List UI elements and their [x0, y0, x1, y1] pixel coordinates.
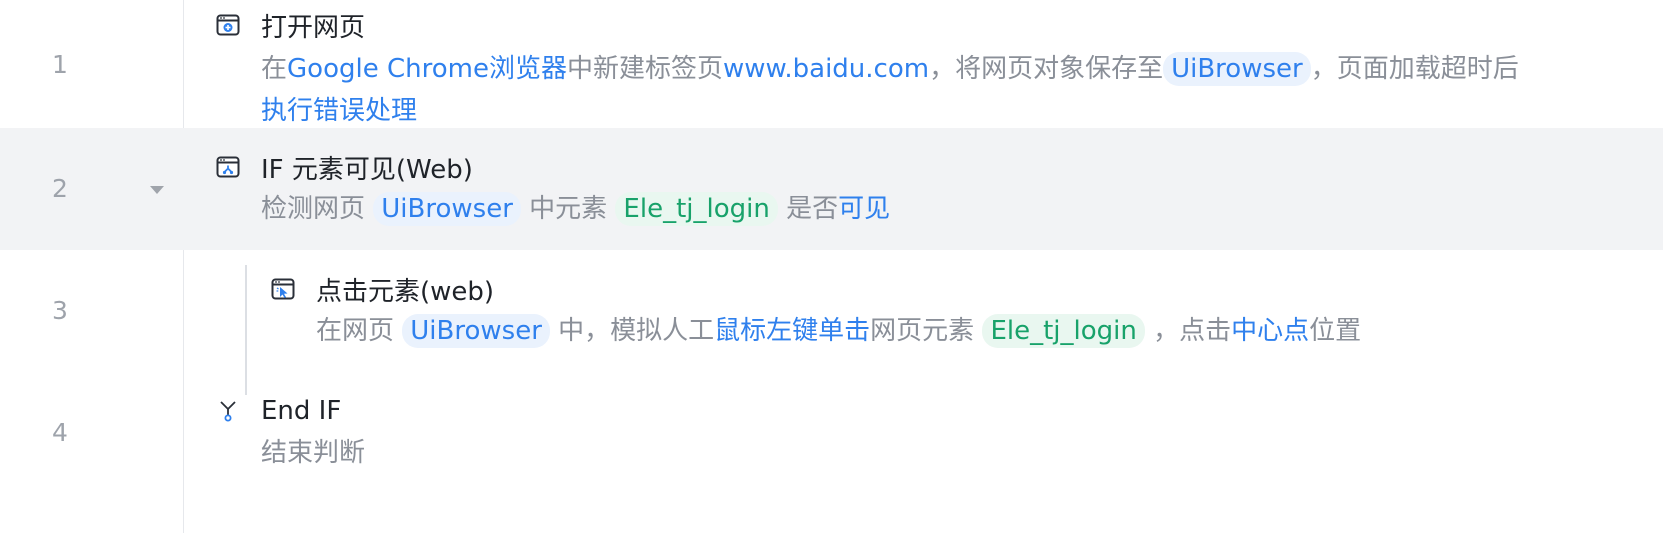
- desc-text: 在网页: [316, 316, 403, 346]
- desc-text: ，将网页对象保存至: [929, 54, 1164, 84]
- url-param-link[interactable]: www.baidu.com: [723, 54, 929, 84]
- desc-text: ，页面加载超时后: [1310, 54, 1519, 84]
- step-open-webpage[interactable]: 打开网页 在Google Chrome浏览器中新建标签页www.baidu.co…: [215, 8, 1519, 132]
- flow-editor: 1 打开网页 在Google Chrome浏览器中新建标签页www.baidu.…: [0, 0, 1663, 533]
- step-row-3[interactable]: 3 点击元素(web) 在网页 UiBrowser 中，模拟人工鼠标左键单击网页…: [0, 250, 1663, 372]
- browser-param-link[interactable]: Google Chrome浏览器: [287, 54, 567, 84]
- browser-click-icon: [270, 276, 296, 302]
- step-title: End IF: [261, 396, 342, 426]
- step-row-2[interactable]: 2 IF 元素可见(Web) 检测网页 UiBrowser 中元素 Ele_tj…: [0, 128, 1663, 250]
- condition-link[interactable]: 可见: [838, 194, 890, 224]
- step-title: 打开网页: [261, 12, 366, 43]
- variable-chip[interactable]: UiBrowser: [373, 192, 521, 226]
- browser-condition-icon: [215, 154, 241, 180]
- desc-text: 网页元素: [870, 316, 983, 346]
- click-position-link[interactable]: 中心点: [1231, 316, 1309, 346]
- desc-text: 中元素: [520, 194, 616, 224]
- step-row-4[interactable]: 4 End IF 结束判断: [0, 372, 1663, 512]
- step-description: 检测网页 UiBrowser 中元素 Ele_tj_login 是否可见: [261, 188, 890, 230]
- step-click-element[interactable]: 点击元素(web) 在网页 UiBrowser 中，模拟人工鼠标左键单击网页元素…: [270, 272, 1361, 352]
- desc-text: 中，模拟人工: [549, 316, 715, 346]
- collapse-caret-icon[interactable]: [150, 186, 164, 194]
- end-if-branch-icon: [215, 398, 241, 424]
- line-number: 3: [52, 296, 68, 325]
- variable-chip[interactable]: UiBrowser: [402, 314, 550, 348]
- browser-open-icon: [215, 12, 241, 38]
- error-handling-link[interactable]: 执行错误处理: [261, 96, 417, 126]
- desc-text: ，点击: [1144, 316, 1232, 346]
- step-if-element-visible[interactable]: IF 元素可见(Web) 检测网页 UiBrowser 中元素 Ele_tj_l…: [215, 150, 890, 230]
- desc-text: 在: [261, 54, 288, 84]
- step-end-if[interactable]: End IF 结束判断: [215, 394, 365, 474]
- step-description: 结束判断: [261, 432, 365, 474]
- element-chip[interactable]: Ele_tj_login: [982, 314, 1145, 348]
- desc-text: 位置: [1309, 316, 1362, 346]
- line-number: 4: [52, 418, 68, 447]
- step-description: 在网页 UiBrowser 中，模拟人工鼠标左键单击网页元素 Ele_tj_lo…: [316, 310, 1361, 352]
- desc-text: 结束判断: [261, 438, 366, 468]
- step-title: 点击元素(web): [316, 276, 495, 307]
- step-description: 在Google Chrome浏览器中新建标签页www.baidu.com，将网页…: [261, 48, 1519, 132]
- step-row-1[interactable]: 1 打开网页 在Google Chrome浏览器中新建标签页www.baidu.…: [0, 0, 1663, 128]
- step-title: IF 元素可见(Web): [261, 154, 473, 185]
- variable-chip[interactable]: UiBrowser: [1163, 52, 1311, 86]
- desc-text: 是否: [777, 194, 839, 224]
- element-chip[interactable]: Ele_tj_login: [615, 192, 778, 226]
- click-action-link[interactable]: 鼠标左键单击: [714, 316, 870, 346]
- desc-text: 检测网页: [261, 194, 374, 224]
- line-number: 2: [52, 174, 68, 203]
- desc-text: 中新建标签页: [566, 54, 723, 84]
- line-number: 1: [52, 50, 68, 79]
